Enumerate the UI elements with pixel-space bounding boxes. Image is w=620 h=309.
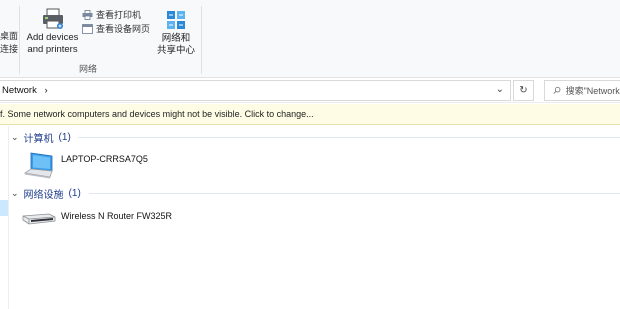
network-discovery-infobar[interactable]: f. Some network computers and devices mi…: [0, 104, 620, 125]
chevron-down-icon[interactable]: ⌄: [11, 188, 19, 199]
chevron-down-icon[interactable]: ⌄: [496, 84, 504, 95]
group-divider: [78, 137, 620, 138]
add-devices-label-2: and printers: [27, 44, 78, 55]
list-item[interactable]: Wireless N Router FW325R: [22, 209, 172, 227]
webpage-icon: [82, 23, 93, 34]
view-printers-label: 查看打印机: [96, 10, 142, 20]
search-input[interactable]: 搜索"Network": [544, 80, 620, 101]
ribbon-separator: [201, 6, 202, 74]
map-drive-label-2: 连接: [0, 44, 19, 54]
ribbon-group-label: 网络: [79, 64, 98, 74]
laptop-icon: [23, 152, 53, 179]
network-center-label-2: 共享中心: [156, 45, 195, 56]
nav-selected-item[interactable]: [0, 200, 8, 216]
item-name: LAPTOP-CRRSA7Q5: [61, 154, 148, 164]
group-title: 网络设施: [23, 189, 64, 201]
network-center-label-1: 网络和: [161, 33, 191, 44]
map-drive-button[interactable]: 桌面 连接: [0, 30, 18, 56]
printer-icon: [42, 8, 63, 29]
group-count: (1): [58, 131, 71, 143]
group-count: (1): [68, 187, 81, 199]
network-sharing-center-button[interactable]: 网络和 共享中心: [156, 10, 196, 57]
add-devices-label-1: Add devices: [26, 32, 79, 43]
add-devices-button[interactable]: Add devices and printers: [25, 8, 80, 56]
breadcrumb-network[interactable]: Network: [2, 85, 37, 96]
ribbon: 桌面 连接 Add devices and printers 查看打印机 查看设…: [0, 0, 620, 78]
view-device-webpage-button[interactable]: 查看设备网页: [82, 22, 150, 35]
group-divider: [89, 193, 620, 194]
network-center-icon: [167, 11, 185, 29]
group-title: 计算机: [23, 133, 54, 145]
address-bar[interactable]: Network › ⌄: [0, 80, 511, 101]
breadcrumb: Network ›: [2, 85, 48, 96]
group-header-network-infrastructure[interactable]: ⌄ 网络设施 (1): [11, 186, 81, 201]
search-icon: [553, 86, 561, 94]
infobar-text: f. Some network computers and devices mi…: [0, 109, 314, 119]
item-name: Wireless N Router FW325R: [61, 211, 173, 221]
breadcrumb-chevron-icon[interactable]: ›: [44, 85, 47, 96]
map-drive-label-1: 桌面: [0, 31, 19, 41]
view-device-webpage-label: 查看设备网页: [96, 24, 151, 34]
view-printers-button[interactable]: 查看打印机: [82, 8, 141, 21]
chevron-down-icon[interactable]: ⌄: [11, 132, 19, 143]
ribbon-separator: [19, 6, 20, 74]
refresh-button[interactable]: ↻: [513, 80, 534, 101]
group-header-computers[interactable]: ⌄ 计算机 (1): [11, 130, 71, 145]
address-row: Network › ⌄ ↻ 搜索"Network": [0, 78, 620, 103]
navigation-pane[interactable]: [0, 126, 9, 309]
search-placeholder: 搜索"Network": [565, 86, 620, 96]
printer-small-icon: [82, 9, 93, 20]
router-icon: [22, 213, 56, 225]
list-item[interactable]: LAPTOP-CRRSA7Q5: [22, 152, 148, 180]
refresh-icon: ↻: [519, 85, 528, 96]
